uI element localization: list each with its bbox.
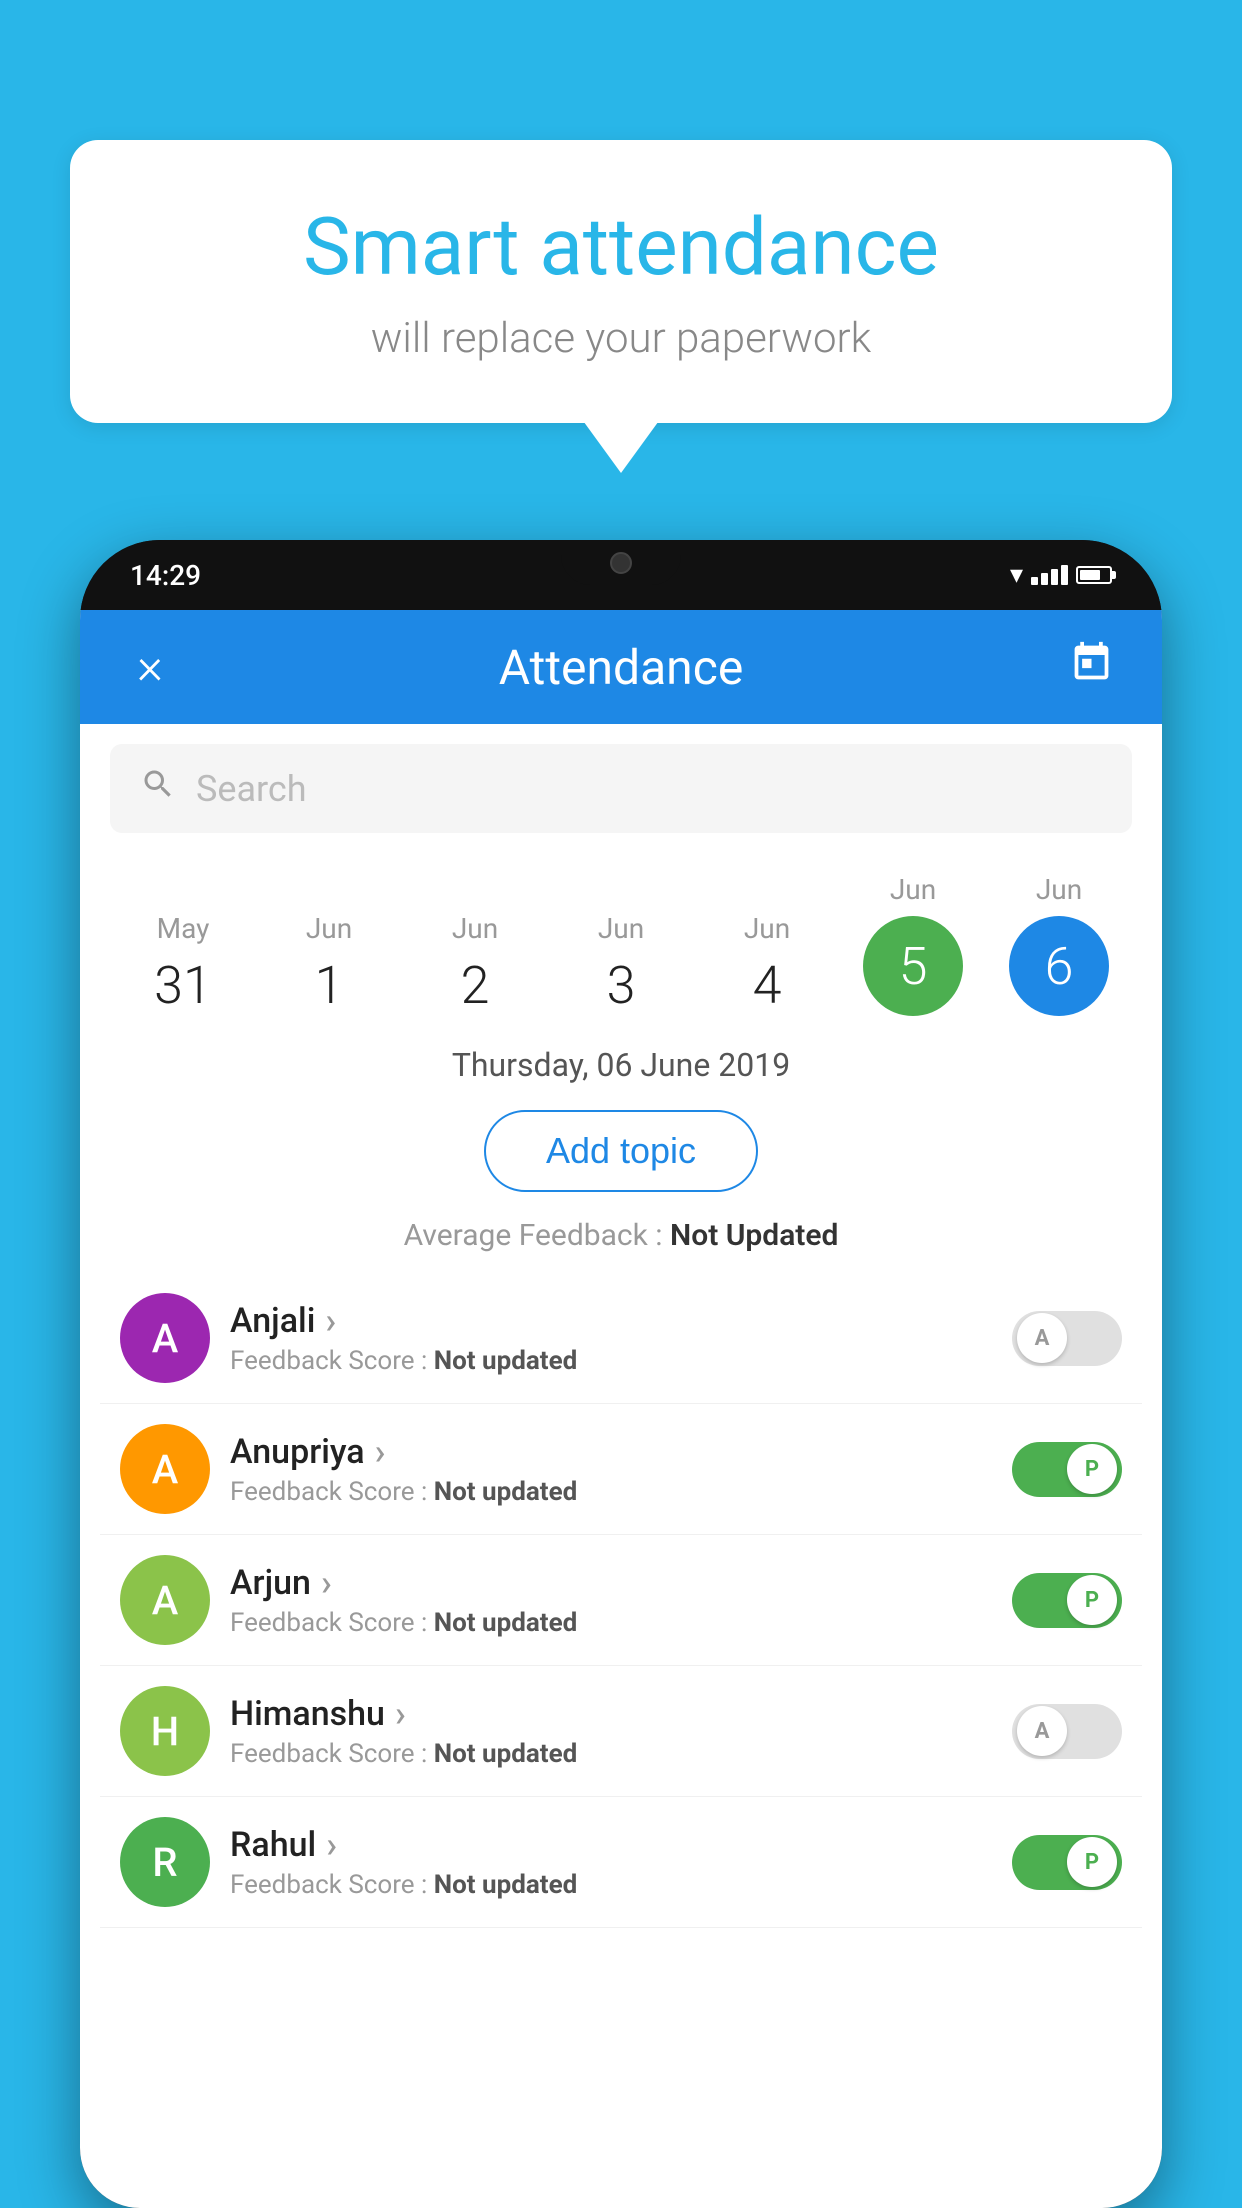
status-icons: ▾ — [1010, 560, 1112, 590]
student-avatar: R — [120, 1817, 210, 1907]
date-month: Jun — [1036, 873, 1082, 906]
student-info: Himanshu Feedback Score : Not updated — [230, 1693, 992, 1769]
phone-notch — [561, 540, 681, 585]
add-topic-container: Add topic — [80, 1094, 1162, 1208]
student-item: R Rahul Feedback Score : Not updated P — [100, 1797, 1142, 1928]
student-avatar: H — [120, 1686, 210, 1776]
student-avatar: A — [120, 1424, 210, 1514]
app-header: × Attendance — [80, 610, 1162, 724]
date-item[interactable]: May 31 — [133, 912, 233, 1016]
student-feedback: Feedback Score : Not updated — [230, 1870, 992, 1900]
student-name[interactable]: Himanshu — [230, 1693, 992, 1735]
date-item[interactable]: Jun 3 — [571, 912, 671, 1016]
average-feedback: Average Feedback : Not Updated — [80, 1208, 1162, 1273]
avg-feedback-value: Not Updated — [670, 1218, 838, 1253]
student-feedback: Feedback Score : Not updated — [230, 1346, 992, 1376]
date-day: 1 — [315, 955, 344, 1016]
app-content: × Attendance Search May 31 Jun 1 Jun 2 — [80, 610, 1162, 2208]
student-item: H Himanshu Feedback Score : Not updated A — [100, 1666, 1142, 1797]
battery-icon — [1076, 566, 1112, 584]
date-month: May — [157, 912, 210, 945]
attendance-toggle-container: P — [1012, 1835, 1122, 1890]
date-item[interactable]: Jun 2 — [425, 912, 525, 1016]
status-time: 14:29 — [130, 559, 201, 592]
attendance-toggle[interactable]: A — [1012, 1311, 1122, 1366]
avg-feedback-label: Average Feedback : — [404, 1218, 670, 1253]
attendance-toggle-container: P — [1012, 1442, 1122, 1497]
toggle-knob: A — [1017, 1313, 1067, 1363]
toggle-knob: P — [1067, 1444, 1117, 1494]
battery-fill — [1080, 570, 1100, 580]
date-month: Jun — [890, 873, 936, 906]
phone-frame: 14:29 ▾ × Attendance — [80, 540, 1162, 2208]
date-month: Jun — [452, 912, 498, 945]
date-item[interactable]: Jun 6 — [1009, 873, 1109, 1016]
student-feedback: Feedback Score : Not updated — [230, 1477, 992, 1507]
student-feedback: Feedback Score : Not updated — [230, 1739, 992, 1769]
date-month: Jun — [744, 912, 790, 945]
student-avatar: A — [120, 1293, 210, 1383]
attendance-toggle[interactable]: P — [1012, 1573, 1122, 1628]
search-icon — [140, 766, 176, 811]
student-list: AAnjaliFeedback Score : Not updatedAAAnu… — [80, 1273, 1162, 2208]
search-bar[interactable]: Search — [110, 744, 1132, 833]
calendar-icon[interactable] — [1062, 640, 1122, 695]
toggle-knob: A — [1017, 1706, 1067, 1756]
search-input[interactable]: Search — [196, 768, 307, 810]
attendance-toggle-container: A — [1012, 1704, 1122, 1759]
attendance-toggle[interactable]: P — [1012, 1442, 1122, 1497]
toggle-knob: P — [1067, 1575, 1117, 1625]
wifi-icon: ▾ — [1010, 560, 1023, 590]
student-name[interactable]: Arjun — [230, 1562, 992, 1604]
date-month: Jun — [598, 912, 644, 945]
date-picker: May 31 Jun 1 Jun 2 Jun 3 Jun 4 Jun 5 Jun 6 — [80, 853, 1162, 1036]
student-name[interactable]: Rahul — [230, 1824, 992, 1866]
date-item[interactable]: Jun 5 — [863, 873, 963, 1016]
student-info: Anupriya Feedback Score : Not updated — [230, 1431, 992, 1507]
student-info: Arjun Feedback Score : Not updated — [230, 1562, 992, 1638]
speech-bubble: Smart attendance will replace your paper… — [70, 140, 1172, 423]
toggle-knob: P — [1067, 1837, 1117, 1887]
bubble-title: Smart attendance — [150, 200, 1092, 294]
date-day: 2 — [461, 955, 490, 1016]
student-name[interactable]: Anjali — [230, 1300, 992, 1342]
date-day: 6 — [1045, 936, 1074, 997]
add-topic-button[interactable]: Add topic — [484, 1110, 758, 1192]
front-camera — [610, 552, 632, 574]
attendance-toggle-container: P — [1012, 1573, 1122, 1628]
student-item: A Arjun Feedback Score : Not updated P — [100, 1535, 1142, 1666]
date-day: 4 — [753, 955, 782, 1016]
status-bar: 14:29 ▾ — [80, 540, 1162, 610]
app-title: Attendance — [499, 639, 744, 696]
student-info: Rahul Feedback Score : Not updated — [230, 1824, 992, 1900]
search-container: Search — [80, 724, 1162, 853]
date-item[interactable]: Jun 4 — [717, 912, 817, 1016]
date-month: Jun — [306, 912, 352, 945]
student-item: A Anupriya Feedback Score : Not updated P — [100, 1404, 1142, 1535]
speech-bubble-container: Smart attendance will replace your paper… — [70, 140, 1172, 423]
attendance-toggle[interactable]: P — [1012, 1835, 1122, 1890]
signal-icon — [1031, 565, 1068, 585]
date-item[interactable]: Jun 1 — [279, 912, 379, 1016]
attendance-toggle-container: A — [1012, 1311, 1122, 1366]
student-feedback: Feedback Score : Not updated — [230, 1608, 992, 1638]
date-day: 3 — [607, 955, 636, 1016]
student-item: A Anjali Feedback Score : Not updated A — [100, 1273, 1142, 1404]
date-day: 5 — [899, 936, 928, 997]
student-name[interactable]: Anupriya — [230, 1431, 992, 1473]
attendance-toggle[interactable]: A — [1012, 1704, 1122, 1759]
close-button[interactable]: × — [120, 638, 180, 696]
student-avatar: A — [120, 1555, 210, 1645]
bubble-subtitle: will replace your paperwork — [150, 314, 1092, 363]
selected-date-label: Thursday, 06 June 2019 — [80, 1036, 1162, 1094]
student-info: Anjali Feedback Score : Not updated — [230, 1300, 992, 1376]
date-day: 31 — [154, 955, 212, 1016]
